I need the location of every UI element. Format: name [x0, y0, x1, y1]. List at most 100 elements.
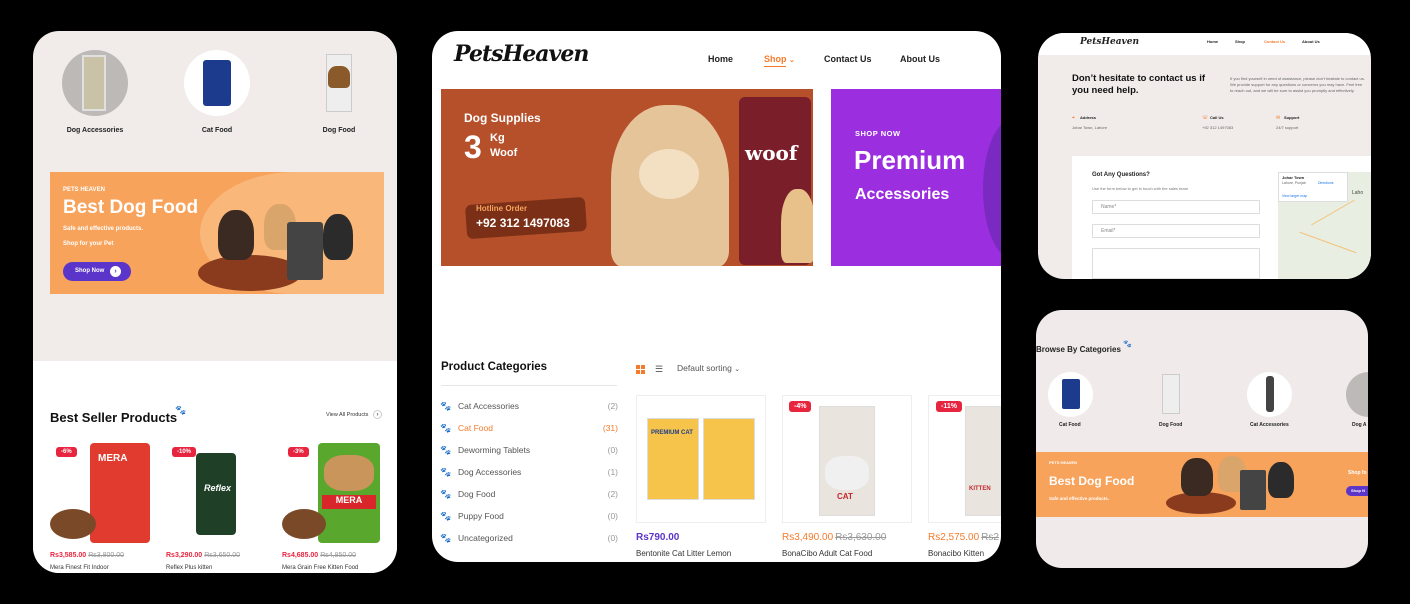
arrow-right-icon: ›: [110, 266, 121, 277]
premium-accessories-hero[interactable]: SHOP NOW Premium Accessories: [831, 89, 1001, 266]
sidebar-item-puppy-food[interactable]: 🐾 Puppy Food (0): [440, 510, 618, 524]
map-place: Johar Town: [1282, 175, 1305, 180]
map-directions[interactable]: Directions: [1318, 181, 1334, 185]
product-card[interactable]: KITTEN: [928, 395, 1001, 523]
info-title: Address: [1080, 115, 1097, 120]
category-label[interactable]: Cat Food: [1059, 422, 1081, 428]
product-name[interactable]: BonaCibo Adult Cat Food: [782, 549, 872, 558]
dog-supplies-hero[interactable]: Dog Supplies 3 Kg Woof Hotline Order +92…: [441, 89, 813, 266]
product-price: Rs790.00: [636, 532, 680, 543]
paw-icon: 🐾: [440, 467, 452, 477]
banner-line1: Safe and effective products.: [63, 226, 144, 232]
nav-home[interactable]: Home: [708, 54, 733, 64]
discount-badge: -10%: [172, 447, 197, 457]
product-name[interactable]: Mera Finest Fit Indoor: [50, 565, 109, 571]
info-value: +92 312 1497083: [1202, 125, 1234, 130]
email-field[interactable]: Email*: [1092, 224, 1260, 238]
discount-badge: -3%: [288, 447, 309, 457]
category-label[interactable]: Cat Accessories: [1250, 422, 1289, 428]
banner-shop-for: Shop fo: [1348, 470, 1367, 476]
best-dog-food-banner: PETS HEAVEN Best Dog Food Safe and effec…: [50, 172, 384, 294]
product-name[interactable]: Bonacibo Kitten: [928, 549, 984, 558]
best-seller-title: Best Seller Products: [50, 410, 178, 425]
nav-contact[interactable]: Contact Us: [824, 54, 872, 64]
divider: [441, 385, 617, 386]
category-dog-food-image[interactable]: [1148, 372, 1193, 417]
banner-line1: Safe and effective products.: [1049, 496, 1110, 501]
paw-icon: 🐾: [440, 445, 452, 455]
mobile-home-panel: Dog Accessories Cat Food Dog Food PETS H…: [33, 31, 397, 573]
sidebar-item-dog-food[interactable]: 🐾 Dog Food (2): [440, 488, 618, 502]
sidebar-item-dog-accessories[interactable]: 🐾 Dog Accessories (1): [440, 466, 618, 480]
form-title: Got Any Questions?: [1092, 172, 1150, 178]
nav-about[interactable]: About Us: [1302, 39, 1320, 44]
product-card[interactable]: PREMIUM CAT: [636, 395, 766, 523]
message-field[interactable]: [1092, 248, 1260, 279]
name-field[interactable]: Name*: [1092, 200, 1260, 214]
product-image[interactable]: MERA: [50, 443, 152, 543]
product-image[interactable]: MERA: [282, 443, 384, 543]
product-price: Rs2,575.00 Rs2: [928, 532, 999, 543]
nav-shop[interactable]: Shop: [1235, 39, 1245, 44]
nav-active-underline: [764, 66, 786, 67]
location-icon: ⌖: [1072, 115, 1075, 121]
product-card[interactable]: CAT: [782, 395, 912, 523]
paw-icon: 🐾: [440, 423, 452, 433]
discount-badge: -4%: [789, 401, 812, 412]
site-logo[interactable]: PetsHeaven: [454, 41, 589, 67]
category-label[interactable]: Cat Food: [172, 127, 262, 134]
puppy-face: [639, 149, 699, 199]
banner-title: Best Dog Food: [1049, 474, 1135, 488]
bag-label: woof: [745, 141, 798, 165]
contact-heading: Don’t hesitate to contact us if you need…: [1072, 73, 1206, 96]
product-name[interactable]: Reflex Plus kitten: [166, 565, 212, 571]
info-value: 24/7 support: [1276, 125, 1299, 130]
sidebar-item-cat-accessories[interactable]: 🐾 Cat Accessories (2): [440, 400, 618, 414]
hotline-number[interactable]: +92 312 1497083: [476, 216, 570, 230]
category-cat-food-image[interactable]: [1048, 372, 1093, 417]
shop-now-button[interactable]: Shop N: [1346, 486, 1368, 496]
nav-contact[interactable]: Contact Us: [1264, 39, 1285, 44]
hero2-tag: SHOP NOW: [855, 129, 901, 138]
paw-icon: 🐾: [440, 533, 452, 543]
paw-icon: 🐾: [1123, 341, 1132, 348]
chevron-right-icon[interactable]: ›: [373, 410, 382, 419]
product-name[interactable]: Bentonite Cat Litter Lemon: [636, 549, 731, 558]
category-dog-accessories-image[interactable]: [1346, 372, 1368, 417]
category-dog-food-image[interactable]: [306, 50, 372, 116]
category-cat-accessories-image[interactable]: [1247, 372, 1292, 417]
sorting-select[interactable]: Default sorting ⌄: [677, 363, 740, 373]
dog-food-bag-image: [287, 222, 323, 280]
category-label[interactable]: Dog A: [1352, 422, 1367, 428]
map-larger-link[interactable]: View larger map: [1282, 194, 1307, 198]
sidebar-item-uncategorized[interactable]: 🐾 Uncategorized (0): [440, 532, 618, 546]
map-road: [1299, 231, 1357, 254]
nav-home[interactable]: Home: [1207, 39, 1218, 44]
category-label[interactable]: Dog Accessories: [50, 127, 140, 134]
dog-image: [218, 210, 254, 260]
nav-shop[interactable]: Shop ⌄: [764, 54, 795, 64]
browse-title: Browse By Categories: [1036, 345, 1121, 354]
hero-sub: Woof: [490, 147, 518, 159]
contact-form-card: Got Any Questions? Use the form below to…: [1072, 156, 1371, 279]
map[interactable]: Johar Town Lahore, Punjab Directions Vie…: [1278, 172, 1371, 279]
list-view-icon[interactable]: ☰: [655, 364, 663, 375]
sidebar-item-cat-food[interactable]: 🐾 Cat Food (31): [440, 422, 618, 436]
category-label[interactable]: Dog Food: [294, 127, 384, 134]
grid-view-icon[interactable]: [636, 365, 645, 374]
product-price: Rs3,585.00 Rs3,800.00: [50, 552, 125, 559]
category-label[interactable]: Dog Food: [1159, 422, 1182, 428]
sidebar-item-deworming[interactable]: 🐾 Deworming Tablets (0): [440, 444, 618, 458]
shop-now-button[interactable]: Shop Now ›: [63, 262, 131, 281]
product-name[interactable]: Mera Grain Free Kitten Food: [282, 565, 358, 571]
banner-line2: Shop for your Pet: [63, 241, 114, 247]
category-dog-accessories-image[interactable]: [62, 50, 128, 116]
paw-icon: 🐾: [440, 489, 452, 499]
product-image[interactable]: Reflex: [166, 443, 268, 543]
support-icon: ✉: [1276, 115, 1281, 121]
view-all-link[interactable]: View All Products: [326, 412, 368, 418]
nav-about[interactable]: About Us: [900, 54, 940, 64]
banner-brand: PETS HEAVEN: [63, 187, 105, 193]
category-cat-food-image[interactable]: [184, 50, 250, 116]
site-logo[interactable]: PetsHeaven: [1080, 37, 1139, 47]
